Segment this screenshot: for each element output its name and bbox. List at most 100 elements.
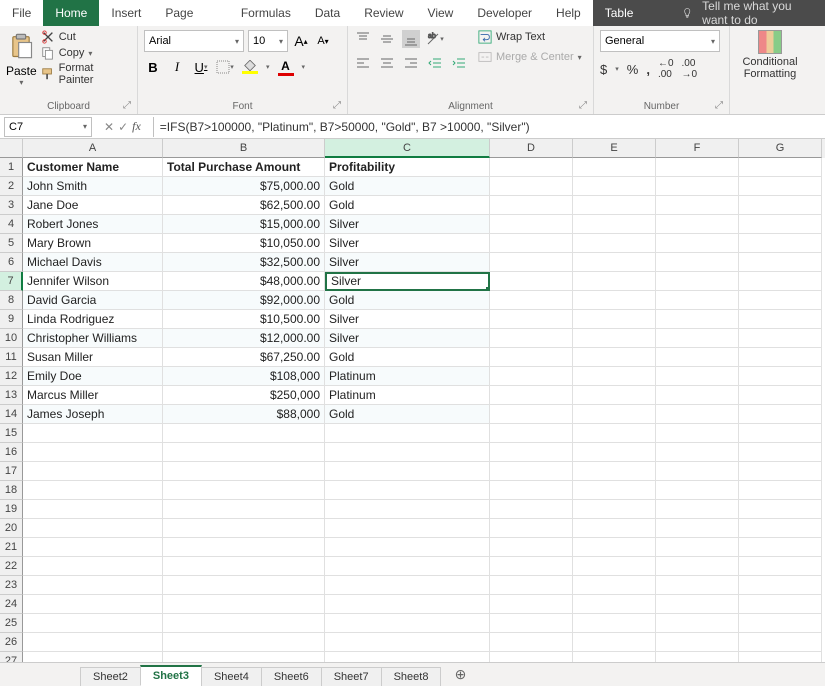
cell[interactable] [163,481,325,500]
cell[interactable] [490,462,573,481]
name-box[interactable]: C7▾ [4,117,92,137]
cancel-formula-icon[interactable]: ✕ [104,120,114,134]
font-dialog-launcher[interactable]: ⤢ [333,100,345,112]
col-header-b[interactable]: B [163,139,325,158]
cell[interactable] [739,614,822,633]
cell[interactable] [23,481,163,500]
cell[interactable] [163,500,325,519]
cell[interactable] [656,348,739,367]
cell[interactable] [656,234,739,253]
cell[interactable] [23,633,163,652]
borders-button[interactable]: ▾ [216,58,234,76]
cell[interactable]: $32,500.00 [163,253,325,272]
cell[interactable] [325,538,490,557]
cell[interactable] [573,367,656,386]
cell[interactable] [573,272,656,291]
row-header[interactable]: 9 [0,310,23,329]
cell[interactable] [656,405,739,424]
cell[interactable] [490,310,573,329]
cell[interactable]: Susan Miller [23,348,163,367]
cell[interactable]: $62,500.00 [163,196,325,215]
cell[interactable] [656,158,739,177]
bold-button[interactable]: B [144,58,162,76]
align-middle-button[interactable] [378,30,396,48]
cell[interactable] [573,291,656,310]
row-header[interactable]: 11 [0,348,23,367]
cell[interactable] [490,234,573,253]
cell[interactable] [490,367,573,386]
sheet-tab-sheet7[interactable]: Sheet7 [321,667,382,686]
cell[interactable]: Emily Doe [23,367,163,386]
percent-button[interactable]: % [627,62,639,77]
tell-me-search[interactable]: Tell me what you want to do [670,0,825,26]
cell[interactable]: Robert Jones [23,215,163,234]
row-header[interactable]: 17 [0,462,23,481]
row-header[interactable]: 20 [0,519,23,538]
row-header[interactable]: 23 [0,576,23,595]
cell[interactable] [163,557,325,576]
cell[interactable]: Total Purchase Amount [163,158,325,177]
menu-review[interactable]: Review [352,0,415,26]
cell[interactable] [23,595,163,614]
cell[interactable] [656,500,739,519]
cell[interactable] [163,576,325,595]
cell[interactable]: $92,000.00 [163,291,325,310]
cell[interactable] [490,348,573,367]
fx-icon[interactable]: fx [132,119,141,134]
cell[interactable] [490,158,573,177]
row-header[interactable]: 18 [0,481,23,500]
cell[interactable] [739,500,822,519]
font-name-select[interactable]: Arial▾ [144,30,244,52]
cell[interactable]: David Garcia [23,291,163,310]
cell[interactable]: $75,000.00 [163,177,325,196]
row-header[interactable]: 21 [0,538,23,557]
cell[interactable] [739,291,822,310]
menu-page-layout[interactable]: Page Layout [153,0,228,26]
row-header[interactable]: 16 [0,443,23,462]
cell[interactable] [739,367,822,386]
cell[interactable] [325,481,490,500]
cell[interactable] [490,500,573,519]
cell[interactable] [739,272,822,291]
cell[interactable] [739,158,822,177]
cell[interactable] [739,348,822,367]
cell[interactable] [490,557,573,576]
cell[interactable]: Profitability [325,158,490,177]
cell[interactable] [739,557,822,576]
cell[interactable] [163,538,325,557]
cell[interactable] [656,462,739,481]
cell[interactable] [739,196,822,215]
decrease-indent-button[interactable] [426,54,444,72]
cell[interactable]: Jennifer Wilson [23,272,163,291]
align-top-button[interactable] [354,30,372,48]
cell[interactable] [163,443,325,462]
cell[interactable] [656,291,739,310]
cell[interactable] [490,405,573,424]
decrease-decimal-button[interactable]: .00→0 [682,58,698,80]
cell[interactable]: Customer Name [23,158,163,177]
cell[interactable] [573,462,656,481]
cell[interactable] [490,253,573,272]
cell[interactable]: James Joseph [23,405,163,424]
sheet-tab-sheet8[interactable]: Sheet8 [381,667,442,686]
cell[interactable] [656,519,739,538]
cell[interactable] [325,614,490,633]
cell[interactable]: Gold [325,177,490,196]
cell[interactable] [656,595,739,614]
col-header-e[interactable]: E [573,139,656,158]
cell[interactable] [739,253,822,272]
row-header[interactable]: 1 [0,158,23,177]
cell[interactable] [739,234,822,253]
cell[interactable] [656,614,739,633]
menu-view[interactable]: View [416,0,466,26]
cell[interactable] [656,557,739,576]
cell[interactable] [490,424,573,443]
cell[interactable] [656,424,739,443]
cell[interactable] [325,500,490,519]
cell[interactable]: $10,050.00 [163,234,325,253]
cell[interactable] [573,177,656,196]
row-header[interactable]: 4 [0,215,23,234]
cell[interactable]: Silver [325,253,490,272]
italic-button[interactable]: I [168,58,186,76]
cell[interactable] [490,196,573,215]
